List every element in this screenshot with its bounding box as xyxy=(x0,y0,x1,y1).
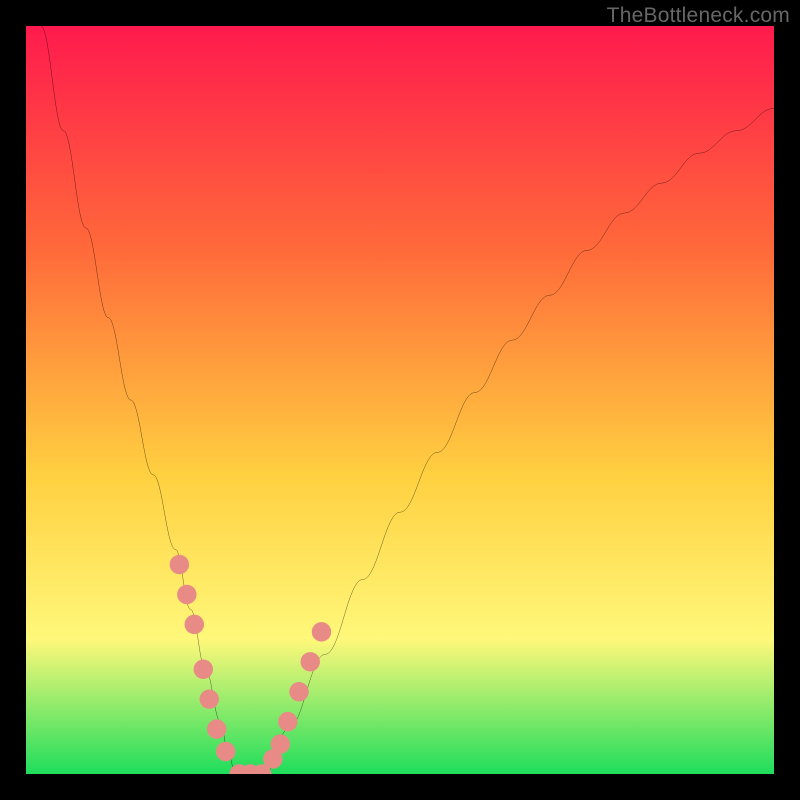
attribution-label: TheBottleneck.com xyxy=(607,4,790,28)
bottleneck-chart xyxy=(26,26,774,774)
chart-svg xyxy=(26,26,774,774)
